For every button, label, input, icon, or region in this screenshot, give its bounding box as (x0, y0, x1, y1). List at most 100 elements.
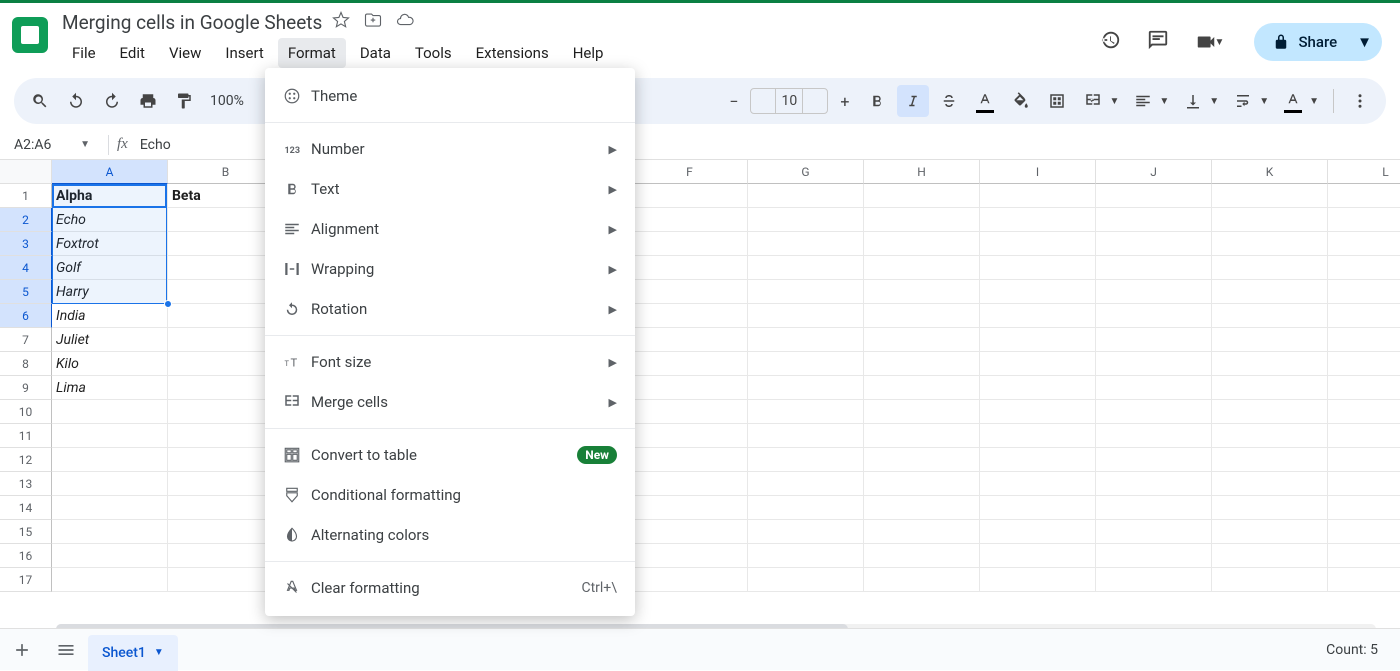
cell[interactable] (1212, 568, 1328, 592)
cell[interactable] (748, 304, 864, 328)
menu-insert[interactable]: Insert (215, 38, 273, 68)
cell[interactable] (52, 544, 168, 568)
menu-item-rotation[interactable]: Rotation▶ (265, 289, 635, 329)
cell[interactable] (1096, 280, 1212, 304)
cell[interactable] (632, 352, 748, 376)
cell[interactable] (748, 352, 864, 376)
column-header[interactable]: K (1212, 160, 1328, 184)
cell[interactable] (980, 328, 1096, 352)
row-header[interactable]: 6 (0, 304, 52, 328)
cell[interactable] (748, 520, 864, 544)
cell[interactable] (1328, 376, 1400, 400)
row-header[interactable]: 16 (0, 544, 52, 568)
sheets-logo[interactable] (12, 17, 48, 53)
text-wrap-button[interactable] (1227, 85, 1259, 117)
fill-color-button[interactable] (1005, 85, 1037, 117)
cell[interactable] (632, 232, 748, 256)
menu-view[interactable]: View (159, 38, 211, 68)
cell[interactable] (1328, 304, 1400, 328)
row-header[interactable]: 17 (0, 568, 52, 592)
cell[interactable] (980, 520, 1096, 544)
cell[interactable]: Harry (52, 280, 168, 304)
column-header[interactable]: H (864, 160, 980, 184)
cell[interactable] (864, 400, 980, 424)
font-size-value[interactable]: 10 (775, 89, 803, 113)
cell[interactable] (864, 184, 980, 208)
cell[interactable] (1212, 472, 1328, 496)
cell[interactable] (864, 280, 980, 304)
cell[interactable] (980, 376, 1096, 400)
cell[interactable] (1212, 424, 1328, 448)
cell[interactable] (748, 256, 864, 280)
cell[interactable] (748, 568, 864, 592)
add-sheet-button[interactable] (0, 629, 44, 671)
cell[interactable] (980, 184, 1096, 208)
cell[interactable] (1096, 544, 1212, 568)
cell[interactable] (632, 280, 748, 304)
menu-data[interactable]: Data (350, 38, 401, 68)
text-color-button[interactable] (969, 85, 1001, 117)
menu-item-conditional-formatting[interactable]: Conditional formatting (265, 475, 635, 515)
select-all-corner[interactable] (0, 160, 52, 184)
cell[interactable] (1328, 280, 1400, 304)
menu-item-alignment[interactable]: Alignment▶ (265, 209, 635, 249)
column-header[interactable]: A (52, 160, 168, 184)
row-header[interactable]: 15 (0, 520, 52, 544)
cell[interactable] (52, 568, 168, 592)
menu-tools[interactable]: Tools (405, 38, 462, 68)
menu-edit[interactable]: Edit (110, 38, 155, 68)
cell[interactable] (52, 400, 168, 424)
cell[interactable] (748, 376, 864, 400)
cell[interactable] (1096, 256, 1212, 280)
row-header[interactable]: 11 (0, 424, 52, 448)
cell[interactable] (1212, 304, 1328, 328)
cell[interactable]: Lima (52, 376, 168, 400)
cell[interactable] (632, 472, 748, 496)
cell[interactable] (1212, 352, 1328, 376)
cell[interactable] (980, 568, 1096, 592)
cell[interactable] (864, 352, 980, 376)
cell[interactable] (1212, 400, 1328, 424)
menu-item-convert-to-table[interactable]: Convert to tableNew (265, 435, 635, 475)
cell[interactable] (632, 496, 748, 520)
cell[interactable] (632, 568, 748, 592)
cell[interactable] (1328, 520, 1400, 544)
cell[interactable] (864, 496, 980, 520)
menu-item-text[interactable]: Text▶ (265, 169, 635, 209)
search-icon[interactable] (24, 85, 56, 117)
menu-file[interactable]: File (62, 38, 106, 68)
cell[interactable]: Juliet (52, 328, 168, 352)
cell[interactable] (748, 208, 864, 232)
cell[interactable] (748, 328, 864, 352)
cell[interactable] (1328, 256, 1400, 280)
merge-cells-button[interactable] (1077, 85, 1109, 117)
cell[interactable] (632, 520, 748, 544)
cell[interactable] (1212, 376, 1328, 400)
cell[interactable] (864, 328, 980, 352)
cell[interactable] (748, 232, 864, 256)
cell[interactable] (864, 232, 980, 256)
cell[interactable] (1328, 472, 1400, 496)
cell[interactable] (748, 280, 864, 304)
cell[interactable] (1212, 208, 1328, 232)
row-header[interactable]: 10 (0, 400, 52, 424)
chevron-down-icon[interactable]: ▼ (1309, 96, 1319, 107)
cell[interactable] (980, 496, 1096, 520)
row-header[interactable]: 7 (0, 328, 52, 352)
bold-button[interactable] (861, 85, 893, 117)
name-box[interactable]: A2:A6 ▼ (0, 137, 100, 153)
menu-extensions[interactable]: Extensions (466, 38, 559, 68)
cell[interactable] (1096, 208, 1212, 232)
status-count[interactable]: Count: 5 (1326, 642, 1378, 658)
chevron-down-icon[interactable]: ▼ (1259, 96, 1269, 107)
column-header[interactable]: I (980, 160, 1096, 184)
chevron-down-icon[interactable]: ▼ (154, 647, 164, 658)
star-icon[interactable] (332, 11, 350, 34)
cell[interactable] (632, 184, 748, 208)
chevron-down-icon[interactable]: ▼ (1109, 96, 1119, 107)
row-header[interactable]: 12 (0, 448, 52, 472)
menu-item-merge-cells[interactable]: Merge cells▶ (265, 382, 635, 422)
cloud-status-icon[interactable] (396, 11, 414, 34)
sheet-tab[interactable]: Sheet1 ▼ (88, 635, 178, 671)
cell[interactable] (864, 448, 980, 472)
